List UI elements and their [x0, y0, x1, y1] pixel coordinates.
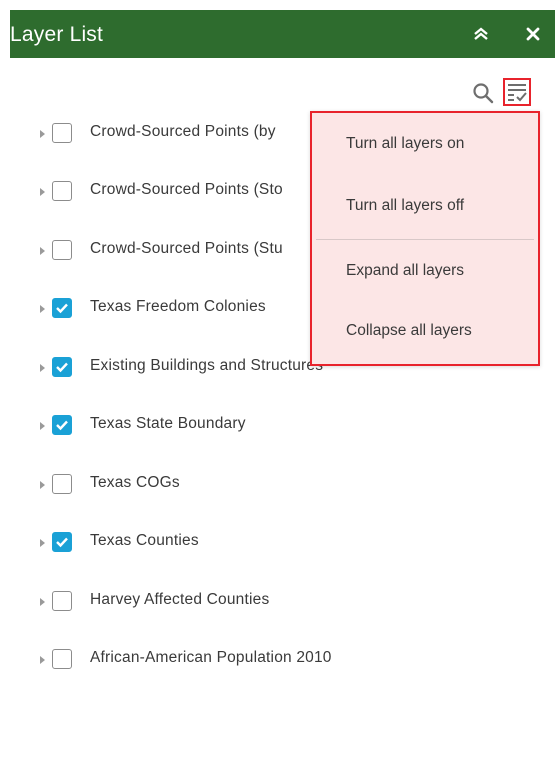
search-icon[interactable] [472, 82, 496, 106]
layer-label: Harvey Affected Counties [90, 591, 270, 608]
expand-arrow-icon[interactable] [40, 539, 45, 547]
layer-row[interactable]: Texas Counties [10, 529, 555, 559]
layer-label: Crowd-Sourced Points (by [90, 123, 276, 140]
list-options-icon[interactable] [503, 78, 531, 106]
expand-arrow-icon[interactable] [40, 130, 45, 138]
layer-checkbox[interactable] [52, 240, 72, 260]
expand-arrow-icon[interactable] [40, 481, 45, 489]
expand-arrow-icon[interactable] [40, 422, 45, 430]
layer-checkbox-checked[interactable] [52, 532, 72, 552]
menu-divider [316, 239, 534, 240]
double-chevron-up-icon[interactable] [468, 21, 494, 47]
expand-arrow-icon[interactable] [40, 598, 45, 606]
expand-arrow-icon[interactable] [40, 247, 45, 255]
layer-label: Crowd-Sourced Points (Sto [90, 181, 283, 198]
layer-label: Existing Buildings and Structures [90, 357, 324, 374]
layer-row[interactable]: Harvey Affected Counties [10, 588, 555, 618]
menu-item-turn-all-on[interactable]: Turn all layers on [346, 135, 464, 153]
panel-title: Layer List [10, 23, 104, 46]
layer-label: Texas COGs [90, 474, 180, 491]
layer-checkbox-checked[interactable] [52, 357, 72, 377]
close-icon[interactable] [520, 21, 546, 47]
layer-row[interactable]: Texas State Boundary [10, 412, 555, 442]
layer-checkbox[interactable] [52, 649, 72, 669]
layer-list-panel: Layer List Crowd-Sourced Points (by Crow… [10, 10, 555, 769]
layer-row[interactable]: Texas COGs [10, 471, 555, 501]
layer-checkbox[interactable] [52, 123, 72, 143]
layer-options-menu: Turn all layers on Turn all layers off E… [310, 111, 540, 366]
expand-arrow-icon[interactable] [40, 656, 45, 664]
expand-arrow-icon[interactable] [40, 364, 45, 372]
layer-label: Texas Counties [90, 532, 199, 549]
layer-label: African-American Population 2010 [90, 649, 332, 666]
layer-label: Crowd-Sourced Points (Stu [90, 240, 283, 257]
layer-checkbox[interactable] [52, 591, 72, 611]
layer-checkbox-checked[interactable] [52, 415, 72, 435]
layer-label: Texas Freedom Colonies [90, 298, 266, 315]
menu-item-collapse-all[interactable]: Collapse all layers [346, 322, 472, 340]
expand-arrow-icon[interactable] [40, 305, 45, 313]
expand-arrow-icon[interactable] [40, 188, 45, 196]
layer-label: Texas State Boundary [90, 415, 246, 432]
layer-checkbox-checked[interactable] [52, 298, 72, 318]
layer-row[interactable]: African-American Population 2010 [10, 646, 555, 676]
panel-header: Layer List [10, 10, 555, 58]
layer-checkbox[interactable] [52, 181, 72, 201]
layer-checkbox[interactable] [52, 474, 72, 494]
menu-item-expand-all[interactable]: Expand all layers [346, 262, 464, 280]
menu-item-turn-all-off[interactable]: Turn all layers off [346, 197, 464, 215]
